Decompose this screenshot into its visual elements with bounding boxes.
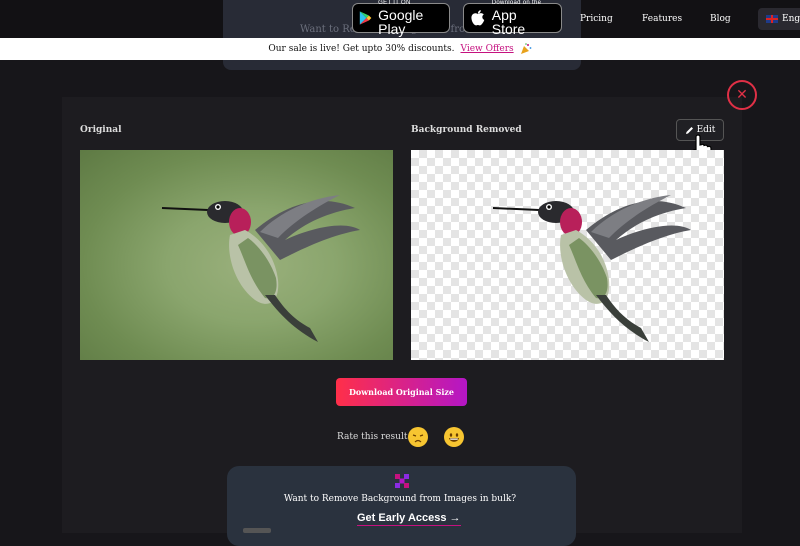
party-popper-icon [520, 43, 532, 54]
app-store-small: Download on the [491, 0, 542, 6]
background-removed-image [411, 150, 724, 360]
language-selector[interactable]: Engl [758, 8, 800, 30]
bulk-images-icon [395, 474, 409, 488]
promo-bar: Our sale is live! Get upto 30% discounts… [0, 38, 800, 60]
close-button[interactable]: ✕ [727, 80, 757, 110]
background-removed-label: Background Removed [411, 125, 522, 135]
nav-pricing-link[interactable]: Pricing [580, 14, 613, 24]
happy-face-icon[interactable] [444, 427, 464, 447]
original-label: Original [80, 125, 122, 135]
google-play-big: Google Play [378, 7, 424, 37]
language-label: Engl [782, 14, 800, 24]
download-original-size-button[interactable]: Download Original Size [336, 378, 467, 406]
nav-features-link[interactable]: Features [642, 14, 682, 24]
get-early-access-link[interactable]: Get Early Access → [357, 512, 461, 526]
google-play-button[interactable]: GET IT ON Google Play [352, 0, 450, 37]
bulk-text: Want to Remove Background from Images in… [283, 494, 517, 504]
nav-blog-link[interactable]: Blog [710, 14, 731, 24]
close-icon: ✕ [736, 87, 748, 103]
app-store-big: App Store [491, 7, 526, 37]
hummingbird-cutout-image [492, 195, 691, 342]
app-store-button[interactable]: Download on the App Store [463, 0, 562, 37]
google-play-small: GET IT ON [378, 0, 411, 6]
sad-face-icon[interactable] [408, 427, 428, 447]
view-offers-link[interactable]: View Offers [460, 44, 513, 54]
uk-flag-icon [766, 15, 778, 23]
horizontal-scrollbar[interactable] [243, 528, 271, 533]
promo-text: Our sale is live! Get upto 30% discounts… [268, 44, 455, 54]
hummingbird-image [161, 195, 360, 342]
rate-label: Rate this result: [337, 432, 411, 442]
google-play-icon [359, 11, 372, 25]
original-image [80, 150, 393, 360]
apple-icon [471, 10, 485, 26]
